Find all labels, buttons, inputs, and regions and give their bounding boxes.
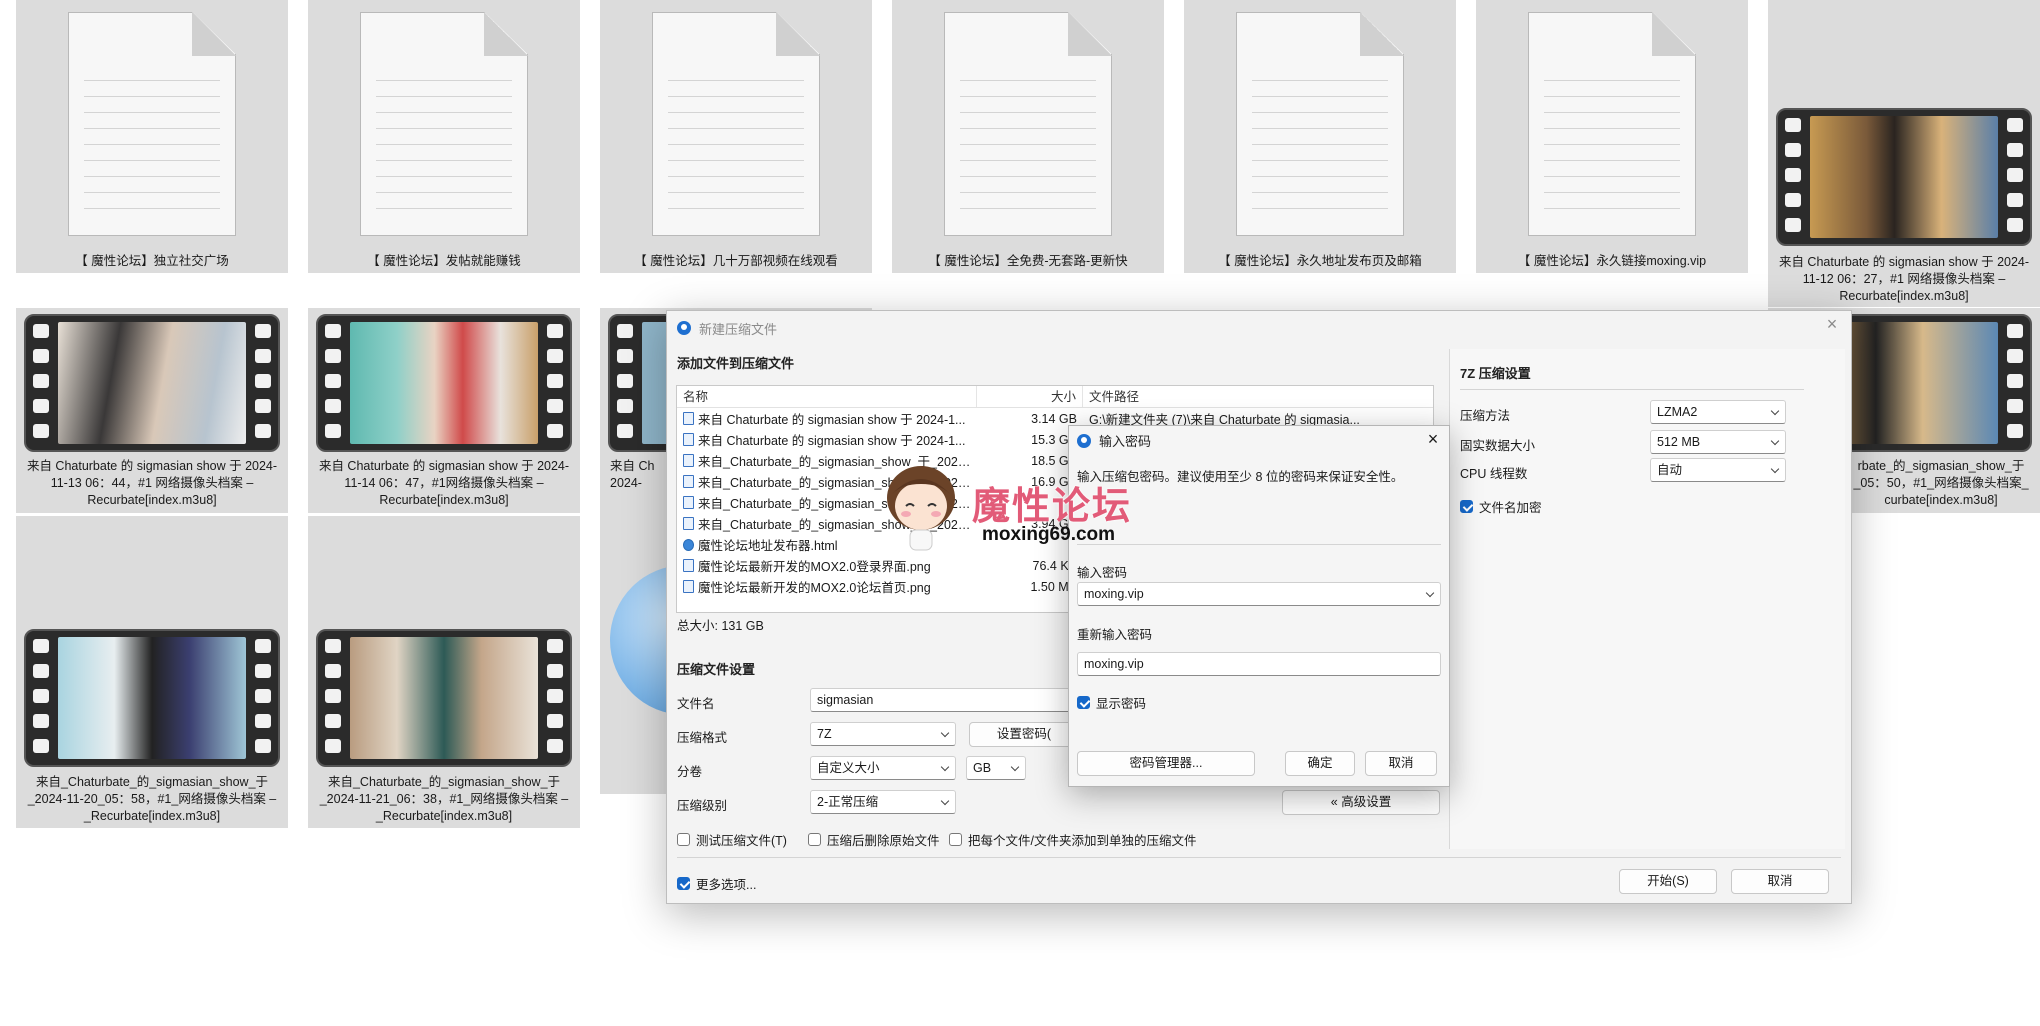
- file-tile[interactable]: 来自 Chaturbate 的 sigmasian show 于 2024-11…: [16, 308, 288, 513]
- file-tile[interactable]: 【 魔性论坛】发帖就能赚钱: [308, 0, 580, 273]
- close-icon[interactable]: ×: [1821, 313, 1843, 335]
- password-dialog-title-bar: 输入密码: [1077, 431, 1151, 450]
- file-tile[interactable]: 来自_Chaturbate_的_sigmasian_show_于 _2024-1…: [16, 516, 288, 828]
- cancel-button[interactable]: 取消: [1365, 751, 1437, 776]
- file-name: 【 魔性论坛】全免费-无套路-更新快: [928, 254, 1128, 268]
- file-tile[interactable]: 【 魔性论坛】永久链接moxing.vip: [1476, 0, 1748, 273]
- cpu-threads-label: CPU 线程数: [1460, 467, 1528, 481]
- file-name: 【 魔性论坛】独立社交广场: [75, 254, 229, 268]
- show-password-checkbox[interactable]: 显示密码: [1077, 693, 1146, 712]
- method-select[interactable]: LZMA2: [1650, 400, 1786, 424]
- repeat-password-input[interactable]: moxing.vip: [1077, 652, 1441, 676]
- file-icon: [683, 496, 694, 509]
- cpu-threads-select[interactable]: 自动: [1650, 458, 1786, 482]
- file-name: rbate_的_sigmasian_show_于 _05：50，#1_网络摄像头…: [1853, 459, 2029, 507]
- file-name: 来自_Chaturbate_的_sigmasian_show_于 _2024-1…: [27, 775, 277, 823]
- file-icon: [683, 454, 694, 467]
- column-size[interactable]: 大小: [977, 386, 1083, 407]
- file-tile[interactable]: 【 魔性论坛】永久地址发布页及邮箱: [1184, 0, 1456, 273]
- start-button[interactable]: 开始(S): [1619, 869, 1717, 894]
- checkbox-box[interactable]: [1077, 696, 1090, 709]
- file-name: 【 魔性论坛】几十万部视频在线观看: [634, 254, 838, 268]
- advanced-settings-button[interactable]: « 高级设置: [1282, 790, 1440, 815]
- split-unit-select[interactable]: GB: [966, 756, 1026, 780]
- method-label: 压缩方法: [1460, 409, 1511, 423]
- close-icon[interactable]: ×: [1423, 428, 1443, 450]
- test-archive-checkbox[interactable]: 测试压缩文件(T): [677, 830, 787, 849]
- file-tile[interactable]: 来自 Chaturbate 的 sigmasian show 于 2024-11…: [1768, 0, 2040, 307]
- split-label: 分卷: [677, 765, 703, 779]
- column-name[interactable]: 名称: [677, 386, 977, 407]
- file-tile[interactable]: 【 魔性论坛】全免费-无套路-更新快: [892, 0, 1164, 273]
- password-manager-button[interactable]: 密码管理器...: [1077, 751, 1255, 776]
- solid-size-label: 固实数据大小: [1460, 439, 1536, 453]
- file-tile[interactable]: 【 魔性论坛】独立社交广场: [16, 0, 288, 273]
- video-thumbnail-icon: [24, 629, 280, 767]
- dialog-title-bar: 新建压缩文件: [677, 317, 777, 339]
- split-select[interactable]: 自定义大小: [810, 756, 956, 780]
- repeat-password-label: 重新输入密码: [1077, 628, 1153, 642]
- file-icon: [683, 412, 694, 425]
- ok-button[interactable]: 确定: [1285, 751, 1355, 776]
- format-select[interactable]: 7Z: [810, 722, 956, 746]
- watermark-url: moxing69.com: [982, 524, 1116, 545]
- filename-label: 文件名: [677, 697, 715, 711]
- mascot-logo-icon: [887, 466, 955, 551]
- column-path[interactable]: 文件路径: [1083, 386, 1433, 407]
- archive-settings-title: 压缩文件设置: [677, 662, 756, 677]
- total-size: 总大小: 131 GB: [677, 619, 764, 633]
- set-password-button[interactable]: 设置密码(: [969, 722, 1079, 747]
- filename-input[interactable]: sigmasian: [810, 688, 1090, 712]
- app-icon: [677, 321, 691, 335]
- file-icon: [683, 475, 694, 488]
- cancel-button[interactable]: 取消: [1731, 869, 1829, 894]
- video-thumbnail-icon: [316, 314, 572, 452]
- file-name: 来自 Chaturbate 的 sigmasian show 于 2024-11…: [1778, 255, 2030, 303]
- checkbox-box[interactable]: [949, 833, 962, 846]
- dialog-title: 新建压缩文件: [699, 321, 778, 337]
- file-name: 来自 Chaturbate 的 sigmasian show 于 2024-11…: [26, 459, 278, 507]
- file-name: 【 魔性论坛】发帖就能赚钱: [367, 254, 521, 268]
- file-tile[interactable]: 【 魔性论坛】几十万部视频在线观看: [600, 0, 872, 273]
- image-file-icon: [683, 559, 694, 572]
- file-icon: [683, 517, 694, 530]
- checkbox-box[interactable]: [677, 833, 690, 846]
- watermark-text: 魔性论坛: [972, 484, 1133, 528]
- level-select[interactable]: 2-正常压缩: [810, 790, 956, 814]
- 7z-settings-title: 7Z 压缩设置: [1460, 366, 1531, 381]
- file-tile[interactable]: 来自_Chaturbate_的_sigmasian_show_于 _2024-1…: [308, 516, 580, 828]
- more-options-checkbox[interactable]: 更多选项...: [677, 874, 756, 893]
- file-icon: [683, 433, 694, 446]
- encrypt-filenames-checkbox[interactable]: 文件名加密: [1460, 497, 1542, 516]
- file-tile[interactable]: 来自 Chaturbate 的 sigmasian show 于 2024-11…: [308, 308, 580, 513]
- checkbox-box[interactable]: [677, 877, 690, 890]
- video-thumbnail-icon: [316, 629, 572, 767]
- checkbox-box[interactable]: [808, 833, 821, 846]
- file-name: 来自 Ch 2024-: [610, 459, 655, 490]
- file-list-header: 名称 大小 文件路径: [677, 386, 1433, 408]
- separate-archives-checkbox[interactable]: 把每个文件/文件夹添加到单独的压缩文件: [949, 830, 1196, 849]
- file-name: 【 魔性论坛】永久链接moxing.vip: [1517, 254, 1707, 268]
- video-thumbnail-icon: [1776, 108, 2032, 246]
- file-name: 【 魔性论坛】永久地址发布页及邮箱: [1218, 254, 1422, 268]
- password-dialog-title: 输入密码: [1099, 434, 1152, 449]
- 7z-settings-panel: 7Z 压缩设置 压缩方法 LZMA2 固实数据大小 512 MB CPU 线程数…: [1449, 349, 1845, 849]
- solid-size-select[interactable]: 512 MB: [1650, 430, 1786, 454]
- app-icon: [1077, 433, 1091, 448]
- checkbox-box[interactable]: [1460, 500, 1473, 513]
- browser-file-icon: [683, 538, 694, 551]
- add-files-title: 添加文件到压缩文件: [677, 356, 795, 371]
- level-label: 压缩级别: [677, 799, 728, 813]
- delete-after-checkbox[interactable]: 压缩后删除原始文件: [808, 830, 940, 849]
- password-input[interactable]: moxing.vip: [1077, 582, 1441, 606]
- image-file-icon: [683, 580, 694, 593]
- file-name: 来自 Chaturbate 的 sigmasian show 于 2024-11…: [318, 459, 570, 507]
- password-label: 输入密码: [1077, 566, 1128, 580]
- file-name: 来自_Chaturbate_的_sigmasian_show_于 _2024-1…: [319, 775, 569, 823]
- format-label: 压缩格式: [677, 731, 728, 745]
- video-thumbnail-icon: [24, 314, 280, 452]
